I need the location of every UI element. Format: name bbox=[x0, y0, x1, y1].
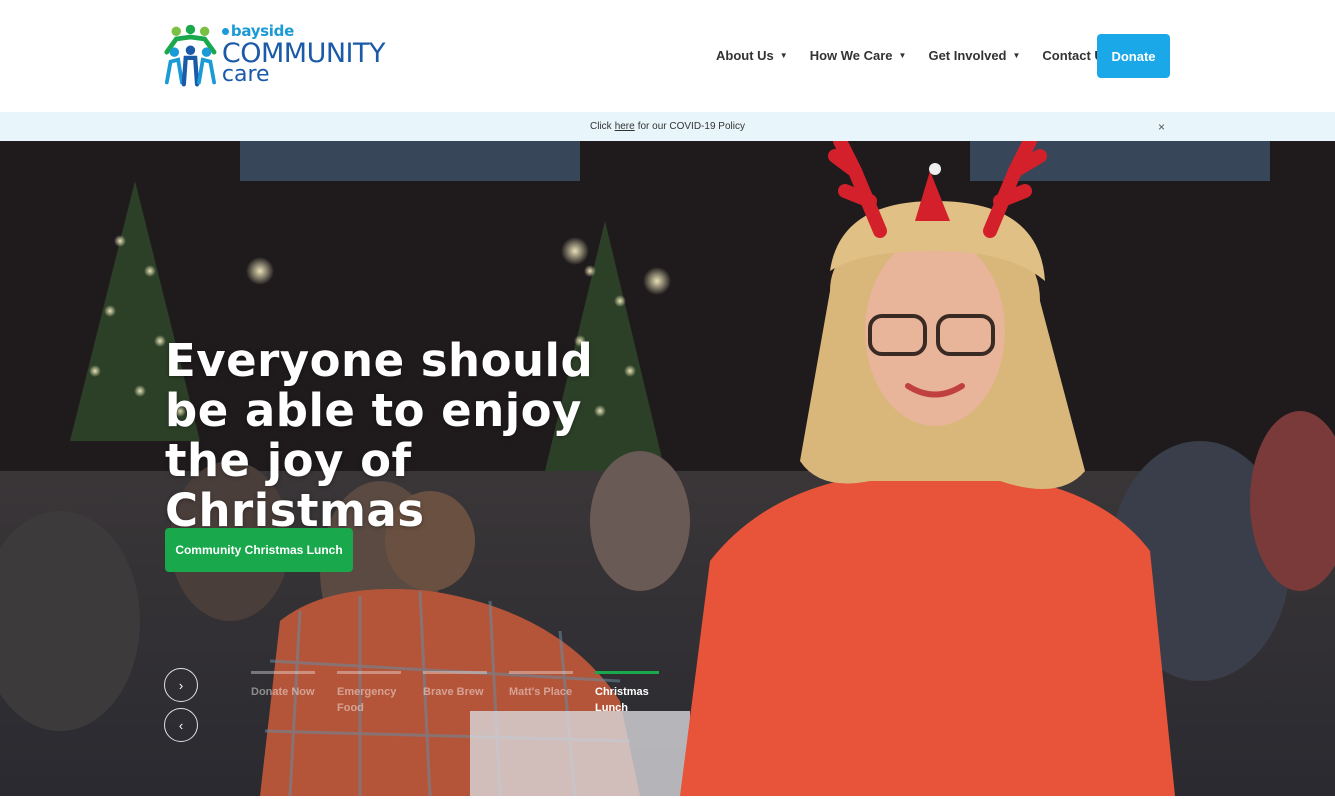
prev-slide-button[interactable]: ‹ bbox=[164, 708, 198, 742]
slide-tab-bar bbox=[251, 671, 315, 674]
donate-button[interactable]: Donate bbox=[1097, 34, 1170, 78]
nav-get-involved[interactable]: Get Involved ▼ bbox=[928, 48, 1020, 63]
logo-bayside: bayside bbox=[221, 24, 385, 39]
covid-notice-bar: Click here for our COVID-19 Policy × bbox=[0, 112, 1335, 141]
slide-tab-label: Emergency Food bbox=[337, 686, 397, 714]
next-slide-button[interactable]: › bbox=[164, 668, 198, 702]
slide-tab-label: Donate Now bbox=[251, 686, 315, 698]
nav-label: How We Care bbox=[809, 48, 893, 63]
site-logo[interactable]: bayside COMMUNITY care bbox=[163, 22, 386, 88]
slide-tab-bar bbox=[423, 671, 487, 674]
slide-tab-matts-place[interactable]: Matt's Place bbox=[509, 671, 595, 716]
notice-suffix: for our COVID-19 Policy bbox=[637, 121, 745, 132]
logo-wordmark: bayside COMMUNITY care bbox=[221, 24, 386, 87]
hero-slider: Everyone should be able to enjoy the joy… bbox=[0, 141, 1335, 796]
notice-prefix: Click bbox=[590, 121, 612, 132]
site-header: bayside COMMUNITY care About Us ▼ How We … bbox=[0, 0, 1335, 112]
people-logo-icon bbox=[164, 24, 217, 87]
slide-tab-label: Brave Brew bbox=[423, 686, 484, 698]
close-icon[interactable]: × bbox=[1158, 120, 1165, 134]
main-nav: About Us ▼ How We Care ▼ Get Involved ▼ Con… bbox=[716, 48, 1147, 63]
logo-care: care bbox=[221, 62, 270, 87]
nav-about-us[interactable]: About Us ▼ bbox=[716, 48, 788, 63]
slide-tabs: Donate Now Emergency Food Brave Brew Mat… bbox=[251, 671, 681, 716]
slide-tab-brave-brew[interactable]: Brave Brew bbox=[423, 671, 509, 716]
slide-tab-emergency-food[interactable]: Emergency Food bbox=[337, 671, 423, 716]
hero-title: Everyone should be able to enjoy the joy… bbox=[165, 334, 594, 537]
slide-tab-bar bbox=[595, 671, 659, 674]
nav-label: About Us bbox=[716, 48, 774, 63]
covid-policy-link[interactable]: here bbox=[615, 121, 635, 132]
slide-tab-donate-now[interactable]: Donate Now bbox=[251, 671, 337, 716]
slide-tab-christmas-lunch[interactable]: Christmas Lunch bbox=[595, 671, 681, 716]
slide-tab-label: Matt's Place bbox=[509, 686, 573, 698]
caret-down-icon: ▼ bbox=[779, 51, 788, 60]
nav-label: Get Involved bbox=[928, 48, 1007, 63]
caret-down-icon: ▼ bbox=[898, 51, 907, 60]
chevron-right-icon: › bbox=[178, 677, 184, 693]
christmas-lunch-button[interactable]: Community Christmas Lunch bbox=[165, 528, 353, 572]
nav-how-we-care[interactable]: How We Care ▼ bbox=[810, 48, 907, 63]
slide-tab-bar bbox=[509, 671, 573, 674]
slide-tab-label: Christmas Lunch bbox=[595, 686, 649, 714]
caret-down-icon: ▼ bbox=[1012, 51, 1021, 60]
chevron-left-icon: ‹ bbox=[178, 717, 184, 733]
slide-tab-bar bbox=[337, 671, 401, 674]
